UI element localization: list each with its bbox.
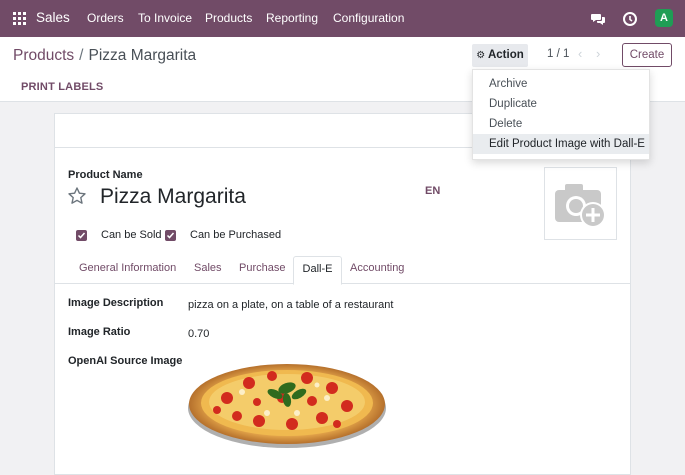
product-image-upload[interactable] [544, 167, 617, 240]
breadcrumb-products-link[interactable]: Products [13, 47, 74, 64]
pizza-image[interactable] [187, 358, 387, 450]
action-dropdown-menu: Archive Duplicate Delete Edit Product Im… [472, 69, 650, 160]
tab-purchase[interactable]: Purchase [239, 262, 285, 274]
image-ratio-label: Image Ratio [68, 326, 131, 338]
menu-item-duplicate[interactable]: Duplicate [489, 98, 537, 110]
top-navbar: Sales Orders To Invoice Products Reporti… [0, 0, 685, 37]
menu-to-invoice[interactable]: To Invoice [138, 11, 192, 25]
tab-sales[interactable]: Sales [194, 262, 222, 274]
form-sheet: Product Name Pizza Margarita EN Can be S… [54, 113, 631, 475]
tab-dall-e[interactable]: Dall-E [293, 256, 342, 285]
tab-accounting[interactable]: Accounting [350, 262, 404, 274]
pager-value[interactable]: 1 / 1 [547, 48, 569, 60]
breadcrumb: Products / Pizza Margarita [13, 47, 196, 65]
print-labels-button[interactable]: PRINT LABELS [21, 81, 103, 93]
menu-item-edit-image-dalle[interactable]: Edit Product Image with Dall-E [489, 138, 645, 150]
product-name-label: Product Name [68, 169, 143, 181]
user-avatar[interactable]: A [655, 9, 673, 27]
tab-dall-e-label: Dall-E [302, 263, 333, 275]
gear-icon: ⚙ [476, 50, 486, 61]
star-icon[interactable] [67, 186, 87, 206]
menu-configuration[interactable]: Configuration [333, 11, 404, 25]
breadcrumb-separator: / [79, 47, 84, 64]
action-button[interactable]: ⚙ Action [472, 44, 528, 67]
app-name[interactable]: Sales [36, 10, 70, 25]
create-button[interactable]: Create [622, 43, 672, 67]
chevron-left-icon[interactable]: ‹ [578, 46, 582, 61]
image-ratio-field[interactable]: 0.70 [188, 328, 209, 340]
app-menu-icon[interactable] [13, 12, 26, 25]
menu-products[interactable]: Products [205, 11, 252, 25]
activity-clock-icon[interactable] [622, 11, 638, 27]
language-button[interactable]: EN [425, 185, 440, 197]
can-be-sold-checkbox[interactable] [76, 230, 87, 241]
can-be-sold-label: Can be Sold [101, 229, 162, 241]
image-description-label: Image Description [68, 297, 164, 309]
can-be-purchased-checkbox[interactable] [165, 230, 176, 241]
breadcrumb-current: Pizza Margarita [88, 47, 197, 64]
action-button-label: Action [487, 49, 524, 61]
chat-icon[interactable] [590, 11, 606, 27]
tab-general-information[interactable]: General Information [79, 262, 176, 274]
menu-orders[interactable]: Orders [87, 11, 124, 25]
product-name-field[interactable]: Pizza Margarita [100, 185, 246, 209]
camera-plus-icon [555, 184, 606, 228]
chevron-right-icon[interactable]: › [596, 46, 600, 61]
menu-item-delete[interactable]: Delete [489, 118, 522, 130]
notebook-tabs: General Information Sales Purchase Dall-… [55, 256, 630, 285]
menu-item-archive[interactable]: Archive [489, 78, 527, 90]
menu-reporting[interactable]: Reporting [266, 11, 318, 25]
openai-source-image-label: OpenAI Source Image [68, 355, 183, 367]
image-description-field[interactable]: pizza on a plate, on a table of a restau… [188, 299, 393, 311]
can-be-purchased-label: Can be Purchased [190, 229, 282, 241]
